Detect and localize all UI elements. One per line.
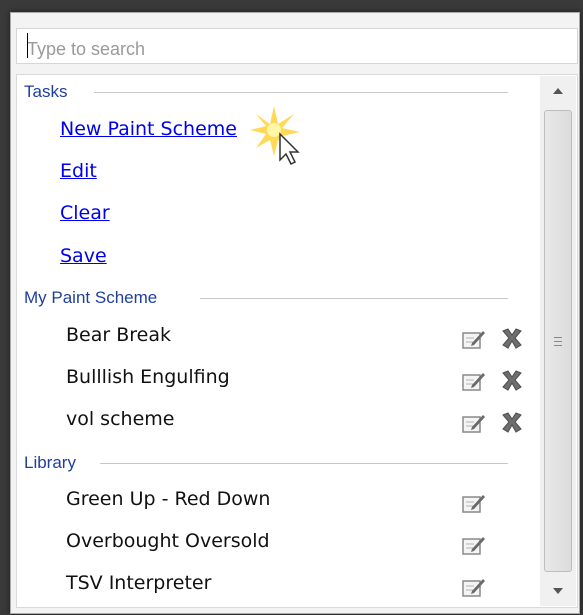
clear-link[interactable]: Clear [60, 202, 110, 224]
section-header-library: Library [24, 453, 76, 472]
section-header-my-paint-scheme: My Paint Scheme [24, 288, 158, 307]
list-item[interactable]: Bear Break [66, 324, 171, 346]
list-item[interactable]: Overbought Oversold [66, 530, 270, 552]
scroll-down-button[interactable] [540, 576, 576, 606]
section-divider [100, 463, 508, 464]
grip-icon [554, 336, 562, 346]
chevron-down-icon [553, 588, 563, 594]
section-divider [94, 92, 508, 93]
list-item[interactable]: TSV Interpreter [66, 572, 211, 594]
edit-icon[interactable] [462, 576, 486, 598]
delete-icon[interactable] [500, 327, 524, 349]
edit-icon[interactable] [462, 534, 486, 556]
delete-icon[interactable] [500, 369, 524, 391]
edit-icon[interactable] [462, 412, 486, 434]
search-input[interactable] [16, 28, 578, 64]
save-link[interactable]: Save [60, 245, 107, 267]
vertical-scrollbar[interactable] [540, 76, 576, 606]
scrollbar-thumb[interactable] [544, 110, 572, 572]
edit-link[interactable]: Edit [60, 160, 97, 182]
list-item[interactable]: Bulllish Engulfing [66, 366, 230, 388]
edit-icon[interactable] [462, 328, 486, 350]
list-item[interactable]: vol scheme [66, 408, 174, 430]
section-divider [200, 298, 508, 299]
delete-icon[interactable] [500, 411, 524, 433]
section-header-tasks: Tasks [24, 82, 68, 101]
list-item[interactable]: Green Up - Red Down [66, 488, 270, 510]
edit-icon[interactable] [462, 492, 486, 514]
new-paint-scheme-link[interactable]: New Paint Scheme [60, 118, 237, 140]
chevron-up-icon [553, 88, 563, 94]
scroll-up-button[interactable] [540, 76, 576, 106]
edit-icon[interactable] [462, 370, 486, 392]
text-caret [27, 33, 28, 58]
mouse-pointer-icon [250, 106, 300, 166]
